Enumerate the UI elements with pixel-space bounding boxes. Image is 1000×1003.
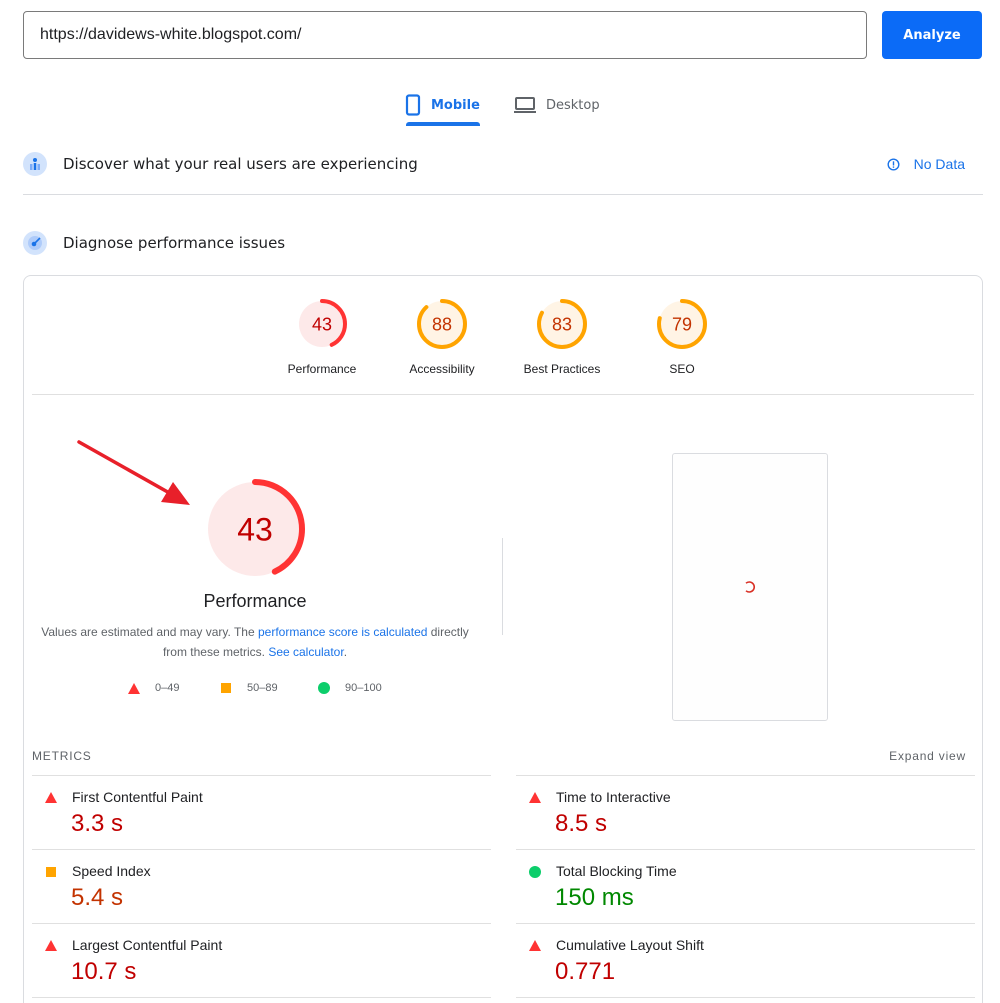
metric-value: 0.771 xyxy=(555,958,616,985)
legend-range: 50–89 xyxy=(247,682,278,694)
metric-value: 3.3 s xyxy=(71,810,124,837)
gauge-ring: 79 xyxy=(657,299,707,349)
metric-value: 150 ms xyxy=(555,884,634,911)
no-data-label: No Data xyxy=(913,156,965,172)
gauge-label: SEO xyxy=(669,362,695,376)
page-screenshot xyxy=(672,453,828,721)
triangle-icon xyxy=(529,940,541,952)
expand-view-button[interactable]: Expand view xyxy=(889,749,966,763)
metric-item: Largest Contentful Paint 10.7 s xyxy=(32,923,491,997)
metrics-heading: METRICS xyxy=(32,749,92,763)
gauge-label: Accessibility xyxy=(409,362,475,376)
gauge-score: 43 xyxy=(237,512,273,548)
triangle-icon xyxy=(529,792,541,804)
annotation-arrow-icon xyxy=(77,440,190,505)
gauge-score: 88 xyxy=(432,314,452,334)
vertical-divider xyxy=(502,538,503,635)
legend-pass: 90–100 xyxy=(318,682,382,694)
triangle-icon xyxy=(128,682,140,694)
legend-range: 0–49 xyxy=(155,682,180,694)
metrics-right-column: Time to Interactive 8.5 s Total Blocking T… xyxy=(516,775,975,998)
active-tab-indicator xyxy=(406,122,480,126)
users-icon xyxy=(23,152,47,176)
info-icon xyxy=(887,157,900,171)
triangle-icon xyxy=(45,792,57,804)
metric-label: Total Blocking Time xyxy=(556,863,677,879)
gauge-label: Performance xyxy=(287,362,357,376)
tab-mobile-label: Mobile xyxy=(431,97,480,113)
tab-mobile[interactable]: Mobile xyxy=(405,84,480,126)
square-icon xyxy=(221,683,231,693)
discover-title: Discover what your real users are experi… xyxy=(63,155,418,173)
score-gauges: 43 Performance 88 Accessibility 83 Best … xyxy=(0,298,1000,388)
metric-label: Time to Interactive xyxy=(556,789,671,805)
note-text: . xyxy=(343,645,348,659)
circle-icon xyxy=(529,866,541,878)
score-legend: 0–49 50–89 90–100 xyxy=(0,682,510,698)
metric-item: Cumulative Layout Shift 0.771 xyxy=(516,923,975,997)
metric-item: Total Blocking Time 150 ms xyxy=(516,849,975,923)
gauge-score: 83 xyxy=(552,314,572,334)
diagnose-title: Diagnose performance issues xyxy=(63,234,286,252)
circle-icon xyxy=(318,682,330,694)
gauge-ring: 83 xyxy=(537,299,587,349)
metric-label: First Contentful Paint xyxy=(72,789,203,805)
metric-value: 10.7 s xyxy=(71,958,137,985)
gauge-score: 79 xyxy=(672,314,692,334)
section-divider xyxy=(23,194,983,195)
legend-fail: 0–49 xyxy=(128,682,179,694)
metric-value: 5.4 s xyxy=(71,884,124,911)
see-calculator-link[interactable]: See calculator xyxy=(268,645,343,659)
legend-range: 90–100 xyxy=(345,682,382,694)
gauge-best-practices[interactable]: 83 Best Practices xyxy=(512,298,612,376)
gauge-seo[interactable]: 79 SEO xyxy=(632,298,732,376)
metric-divider xyxy=(32,997,491,998)
device-tabs: Mobile Desktop xyxy=(0,84,1000,128)
laptop-icon xyxy=(514,97,536,113)
estimate-note: Values are estimated and may vary. The p… xyxy=(40,622,470,662)
gauge-score: 43 xyxy=(312,314,332,334)
metrics-left-column: First Contentful Paint 3.3 s Speed Index 5.… xyxy=(32,775,491,998)
url-input[interactable] xyxy=(23,11,867,59)
analyze-button[interactable]: Analyze xyxy=(882,11,982,59)
gauge-icon xyxy=(23,231,47,255)
performance-big-gauge: 43 xyxy=(205,479,305,579)
metric-label: Cumulative Layout Shift xyxy=(556,937,704,953)
smartphone-icon xyxy=(405,94,421,116)
gauge-performance[interactable]: 43 Performance xyxy=(272,298,372,376)
metric-item: Speed Index 5.4 s xyxy=(32,849,491,923)
gauge-ring: 88 xyxy=(417,299,467,349)
no-data-link[interactable]: No Data xyxy=(887,144,965,184)
score-calculated-link[interactable]: performance score is calculated xyxy=(258,625,427,639)
loading-spinner-icon xyxy=(745,581,755,593)
gauge-ring: 43 xyxy=(297,299,347,349)
discover-section: Discover what your real users are experi… xyxy=(23,144,983,184)
triangle-icon xyxy=(45,940,57,952)
performance-title: Performance xyxy=(203,591,307,611)
gauge-accessibility[interactable]: 88 Accessibility xyxy=(392,298,492,376)
legend-average: 50–89 xyxy=(220,682,278,694)
tab-desktop-label: Desktop xyxy=(546,97,600,113)
gauges-divider xyxy=(32,394,974,395)
metric-item: First Contentful Paint 3.3 s xyxy=(32,775,491,849)
metric-divider xyxy=(516,997,975,998)
note-text: Values are estimated and may vary. The xyxy=(41,625,258,639)
diagnose-section: Diagnose performance issues xyxy=(23,223,983,263)
square-icon xyxy=(45,866,57,878)
tab-desktop[interactable]: Desktop xyxy=(514,84,600,126)
metric-label: Speed Index xyxy=(72,863,151,879)
metric-item: Time to Interactive 8.5 s xyxy=(516,775,975,849)
metric-label: Largest Contentful Paint xyxy=(72,937,223,953)
gauge-label: Best Practices xyxy=(523,362,601,376)
metric-value: 8.5 s xyxy=(555,810,608,837)
